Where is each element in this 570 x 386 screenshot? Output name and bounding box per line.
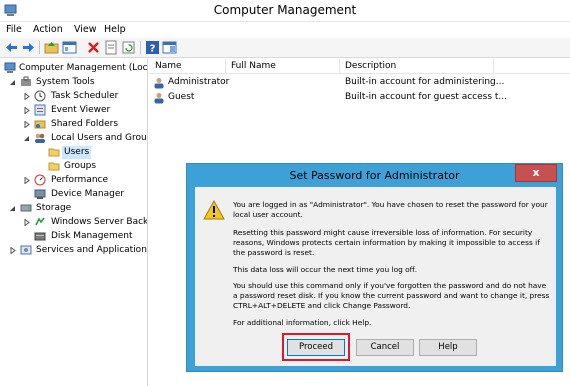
- tree-item-label: Groups: [64, 161, 97, 171]
- dialog-title: Set Password for Administrator: [289, 169, 460, 182]
- dialog-message-paragraph: Resetting this password might cause irre…: [233, 228, 540, 257]
- tree-item-label: Storage: [36, 203, 72, 213]
- performance-icon: [34, 174, 46, 186]
- shared-folder-icon: [34, 120, 46, 129]
- services-icon: [20, 245, 32, 255]
- menu-view[interactable]: View: [74, 24, 97, 35]
- refresh-icon[interactable]: [121, 40, 136, 55]
- disk-management-icon: [34, 232, 46, 241]
- tree-item-label: Performance: [51, 175, 109, 185]
- expanded-arrow-icon[interactable]: [10, 205, 16, 212]
- collapsed-arrow-icon[interactable]: [24, 219, 30, 226]
- tree-item-label: System Tools: [36, 77, 95, 87]
- column-divider[interactable]: [493, 59, 494, 74]
- delete-icon[interactable]: [86, 40, 101, 55]
- storage-icon: [20, 204, 32, 212]
- forward-arrow-icon[interactable]: [21, 40, 36, 55]
- collapsed-arrow-icon[interactable]: [24, 107, 30, 114]
- dialog-body: You are logged in as "Administrator". Yo…: [195, 187, 556, 366]
- help-button[interactable]: Help: [419, 339, 477, 356]
- clock-icon: [34, 90, 46, 102]
- tools-icon: [21, 76, 31, 86]
- user-icon: [154, 93, 164, 104]
- dialog-message-paragraph: You should use this command only if you'…: [233, 281, 550, 310]
- user-description: Built-in account for administering...: [345, 77, 505, 87]
- collapsed-arrow-icon[interactable]: [24, 177, 30, 184]
- column-header-name[interactable]: Name: [155, 61, 182, 71]
- column-divider[interactable]: [225, 59, 226, 74]
- menu-help[interactable]: Help: [104, 24, 126, 35]
- menu-file[interactable]: File: [6, 24, 22, 35]
- user-icon: [154, 78, 164, 89]
- set-password-dialog: Set Password for Administrator x You are…: [186, 163, 563, 372]
- collapsed-arrow-icon[interactable]: [24, 121, 30, 128]
- collapsed-arrow-icon[interactable]: [10, 247, 16, 254]
- tree-item-label: Task Scheduler: [51, 91, 119, 101]
- list-header: Name Full Name Description: [149, 59, 570, 74]
- help-icon[interactable]: ?: [145, 40, 160, 55]
- cancel-button[interactable]: Cancel: [356, 339, 414, 356]
- user-name: Administrator: [168, 77, 230, 87]
- show-hide-tree-icon[interactable]: [62, 40, 77, 55]
- collapsed-arrow-icon[interactable]: [24, 93, 30, 100]
- column-divider[interactable]: [339, 59, 340, 74]
- tree-item-label: Event Viewer: [51, 105, 111, 115]
- device-manager-icon: [34, 189, 46, 199]
- toolbar-separator: [39, 41, 40, 54]
- console-icon[interactable]: [162, 40, 177, 55]
- event-viewer-icon: [34, 104, 46, 116]
- menu-bar: File Action View Help: [0, 22, 570, 38]
- toolbar: ?: [0, 38, 570, 58]
- up-folder-icon[interactable]: [44, 40, 59, 55]
- dialog-close-button[interactable]: x: [515, 164, 557, 182]
- users-group-icon: [35, 133, 45, 143]
- table-row[interactable]: Guest Built-in account for guest access …: [149, 91, 507, 105]
- tree-item-label: Shared Folders: [51, 119, 119, 129]
- tree-item-label: Users: [62, 146, 92, 159]
- title-bar: Computer Management: [0, 0, 570, 22]
- user-name: Guest: [168, 92, 195, 102]
- tree-item-label: Windows Server Backup: [51, 217, 148, 227]
- column-header-full-name[interactable]: Full Name: [231, 61, 276, 71]
- back-arrow-icon[interactable]: [4, 40, 19, 55]
- expanded-arrow-icon[interactable]: [24, 135, 30, 142]
- tree-item-label: Local Users and Groups: [51, 133, 148, 143]
- expanded-arrow-icon[interactable]: [10, 79, 16, 86]
- warning-icon: [203, 200, 225, 220]
- close-icon: x: [532, 166, 540, 179]
- column-header-description[interactable]: Description: [345, 61, 396, 71]
- svg-text:?: ?: [150, 44, 156, 55]
- tree-item-label: Disk Management: [51, 231, 133, 241]
- dialog-message-paragraph: For additional information, click Help.: [233, 318, 372, 327]
- computer-management-icon: [4, 62, 16, 73]
- backup-icon: [35, 217, 45, 226]
- window-title: Computer Management: [213, 3, 357, 17]
- folder-icon: [48, 162, 60, 171]
- folder-icon: [48, 148, 60, 157]
- tree-item-label: Device Manager: [51, 189, 125, 199]
- tree-item-label: Services and Applications: [36, 245, 148, 255]
- proceed-button[interactable]: Proceed: [287, 339, 345, 356]
- table-row[interactable]: Administrator Built-in account for admin…: [149, 76, 504, 90]
- properties-icon[interactable]: [104, 40, 119, 55]
- dialog-message-paragraph: This data loss will occur the next time …: [233, 265, 418, 274]
- menu-action[interactable]: Action: [33, 24, 63, 35]
- navigation-tree: Computer Management (Local System Tools …: [0, 59, 148, 386]
- dialog-message-paragraph: You are logged in as "Administrator". Yo…: [233, 200, 548, 219]
- tree-item-label: Computer Management (Local: [19, 63, 148, 73]
- user-description: Built-in account for guest access t...: [345, 92, 508, 102]
- toolbar-separator: [140, 41, 141, 54]
